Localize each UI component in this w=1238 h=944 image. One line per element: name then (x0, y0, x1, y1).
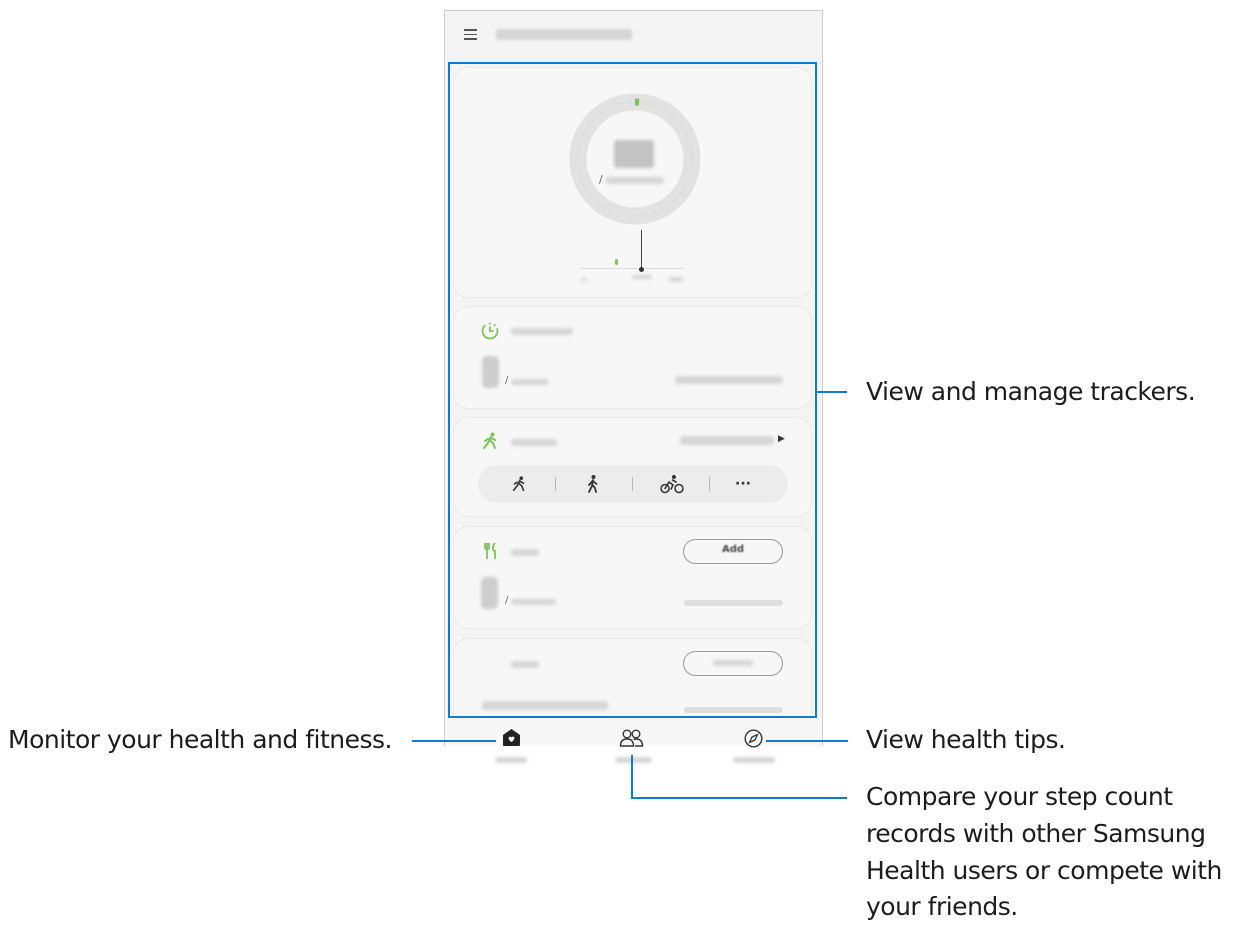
discover-callout-line (766, 740, 848, 742)
home-callout-line (412, 740, 496, 742)
menu-icon[interactable] (464, 29, 477, 40)
annotation-together-line2: records with other Samsung (866, 819, 1206, 848)
annotation-discover: View health tips. (866, 725, 1066, 754)
together-callout-vline (631, 755, 633, 799)
compass-icon[interactable] (744, 729, 763, 748)
annotation-together-line1: Compare your step count (866, 782, 1173, 811)
trackers-highlight-frame (448, 62, 817, 718)
together-tab-label-blurred (615, 757, 652, 763)
app-title-blurred (496, 29, 632, 40)
annotation-together-line4: your friends. (866, 892, 1018, 921)
annotation-trackers: View and manage trackers. (866, 377, 1196, 406)
annotation-home: Monitor your health and fitness. (8, 725, 392, 754)
people-icon[interactable] (619, 729, 645, 747)
trackers-callout-line (817, 391, 847, 393)
home-tab-label-blurred (495, 757, 527, 763)
annotation-together-line3: Health users or compete with (866, 856, 1222, 885)
discover-tab-label-blurred (733, 757, 775, 763)
together-callout-hline (631, 797, 847, 799)
home-icon[interactable] (502, 728, 521, 747)
